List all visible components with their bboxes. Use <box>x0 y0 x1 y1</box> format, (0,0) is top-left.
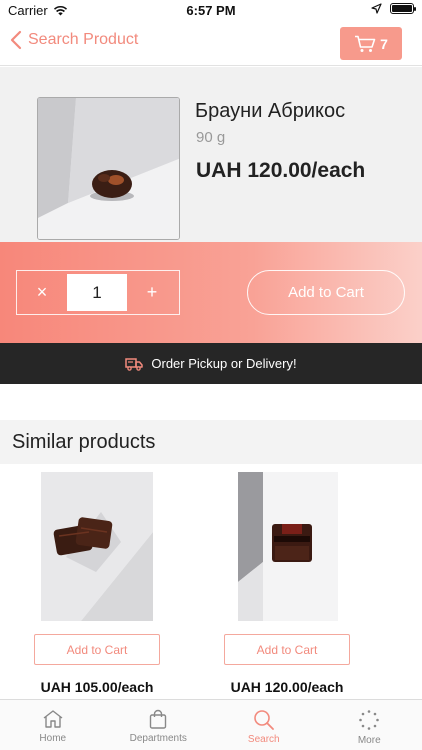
increase-quantity-button[interactable]: + <box>127 271 177 314</box>
similar-product-price: UAH 105.00/each <box>40 679 154 695</box>
similar-product-price: UAH 120.00/each <box>230 679 344 695</box>
cart-icon <box>355 35 376 52</box>
tab-departments-label: Departments <box>129 733 187 744</box>
location-arrow-icon <box>371 3 382 14</box>
more-icon <box>359 710 380 730</box>
similar-product-image[interactable] <box>238 472 338 621</box>
purchase-band: × 1 + Add to Cart <box>0 242 422 343</box>
product-title: Брауни Абрикос <box>195 100 346 122</box>
tab-home-label: Home <box>39 733 67 744</box>
battery-icon <box>390 3 416 14</box>
back-button[interactable]: Search Product <box>10 30 138 50</box>
similar-products-heading: Similar products <box>0 420 422 464</box>
status-right <box>371 3 416 14</box>
back-label: Search Product <box>28 31 139 48</box>
similar-product-image[interactable] <box>41 472 153 621</box>
quantity-value[interactable]: 1 <box>67 274 127 311</box>
similar-product-card[interactable]: Add to Cart UAH 105.00/each <box>2 472 192 702</box>
product-image <box>37 97 180 240</box>
truck-icon <box>125 357 144 371</box>
tab-search[interactable]: Search <box>211 700 317 750</box>
cart-button[interactable]: 7 <box>340 27 402 60</box>
home-icon <box>43 710 63 728</box>
product-price: UAH 120.00/each <box>196 159 366 182</box>
bag-icon <box>150 709 167 729</box>
add-to-cart-button[interactable]: Add to Cart <box>247 270 405 315</box>
product-header: Брауни Абрикос 90 g UAH 120.00/each <box>0 67 422 242</box>
tab-home[interactable]: Home <box>0 700 106 750</box>
search-icon <box>254 710 275 730</box>
tab-departments[interactable]: Departments <box>106 700 212 750</box>
decrease-quantity-button[interactable]: × <box>17 271 67 314</box>
tab-bar: Home Departments Search More <box>0 699 422 750</box>
similar-add-to-cart-button[interactable]: Add to Cart <box>224 634 350 665</box>
similar-product-card[interactable]: Add to Cart UAH 120.00/each <box>192 472 382 702</box>
status-bar: Carrier 6:57 PM <box>0 0 422 22</box>
tab-search-label: Search <box>247 734 280 745</box>
quantity-stepper: × 1 + <box>16 270 180 315</box>
delivery-banner[interactable]: Order Pickup or Delivery! <box>0 343 422 384</box>
delivery-label: Order Pickup or Delivery! <box>151 356 297 371</box>
chevron-left-icon <box>10 30 22 50</box>
tab-more[interactable]: More <box>317 700 422 750</box>
similar-add-to-cart-button[interactable]: Add to Cart <box>34 634 160 665</box>
cart-count-badge: 7 <box>380 35 388 52</box>
tab-more-label: More <box>357 735 381 746</box>
status-time: 6:57 PM <box>186 3 236 18</box>
nav-bar: Search Product 7 <box>0 22 422 66</box>
product-weight: 90 g <box>196 129 226 146</box>
